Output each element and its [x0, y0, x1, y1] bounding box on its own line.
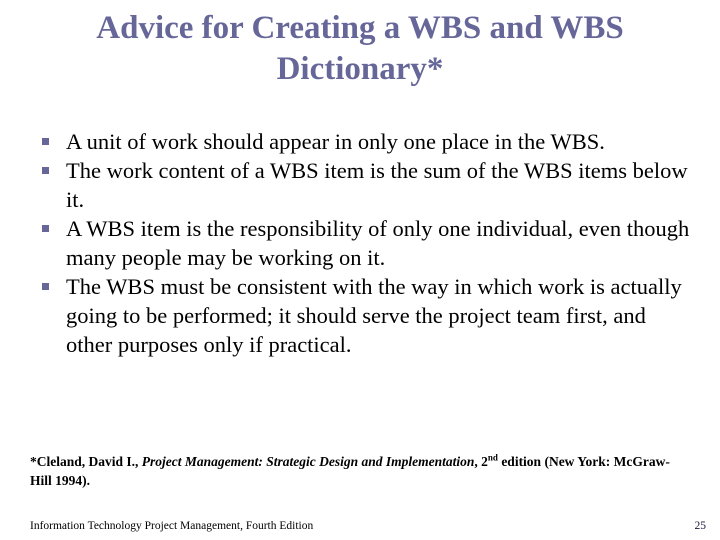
- bullet-list: A unit of work should appear in only one…: [34, 127, 694, 359]
- footnote-prefix: *Cleland, David I.,: [30, 454, 142, 469]
- footnote-after-italic: , 2: [474, 454, 488, 469]
- footer-book-title: Information Technology Project Managemen…: [30, 520, 314, 532]
- square-bullet-icon: [42, 283, 49, 290]
- list-item: A WBS item is the responsibility of only…: [34, 214, 694, 272]
- square-bullet-icon: [42, 167, 49, 174]
- list-item: A unit of work should appear in only one…: [34, 127, 694, 156]
- presentation-slide: Advice for Creating a WBS and WBS Dictio…: [0, 0, 720, 540]
- list-item-text: The work content of a WBS item is the su…: [66, 158, 688, 212]
- page-number: 25: [694, 520, 707, 532]
- list-item-text: A unit of work should appear in only one…: [66, 129, 605, 154]
- square-bullet-icon: [42, 225, 49, 232]
- source-footnote: *Cleland, David I., Project Management: …: [30, 452, 670, 490]
- footnote-ordinal-superscript: nd: [487, 452, 498, 463]
- list-item-text: A WBS item is the responsibility of only…: [66, 216, 690, 270]
- footnote-book-title: Project Management: Strategic Design and…: [141, 454, 475, 469]
- list-item: The WBS must be consistent with the way …: [34, 272, 694, 359]
- list-item-text: The WBS must be consistent with the way …: [66, 274, 682, 357]
- list-item: The work content of a WBS item is the su…: [34, 156, 694, 214]
- square-bullet-icon: [42, 138, 49, 145]
- slide-title: Advice for Creating a WBS and WBS Dictio…: [96, 10, 632, 87]
- slide-footer: Information Technology Project Managemen…: [0, 518, 720, 540]
